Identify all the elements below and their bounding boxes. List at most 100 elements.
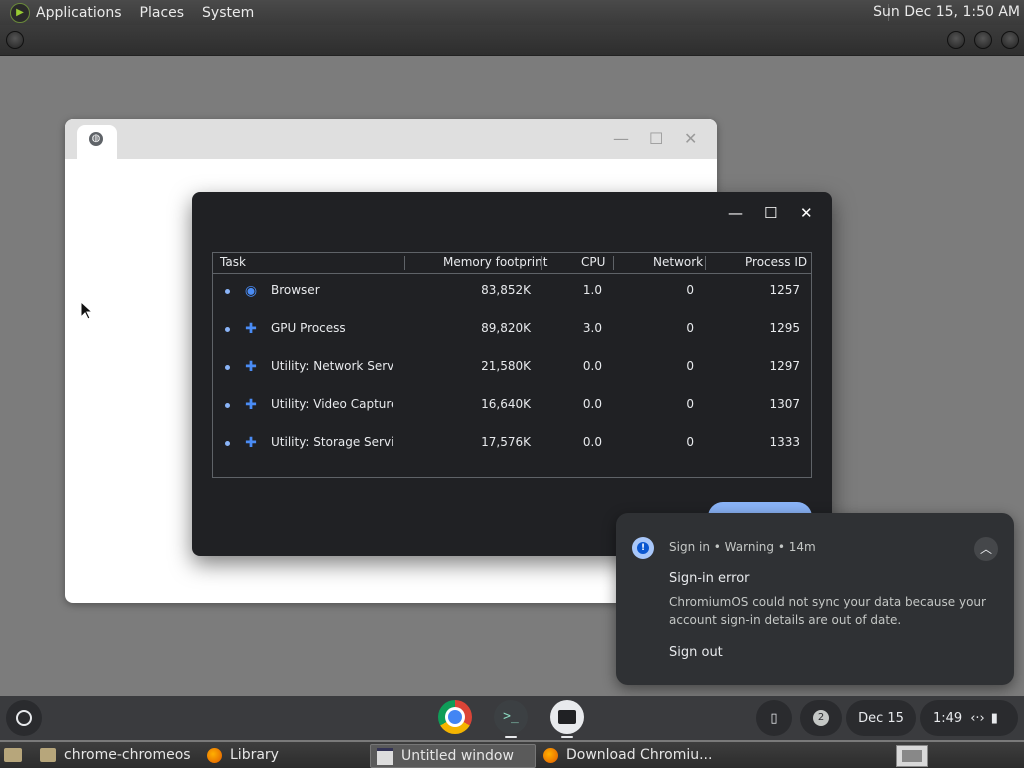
task-network: 0 xyxy=(686,359,694,373)
nested-window-titlebar xyxy=(0,25,1024,56)
task-name: Utility: Video Capture xyxy=(271,397,393,411)
task-cpu: 0.0 xyxy=(582,397,602,411)
folder-icon xyxy=(40,748,56,762)
menu-places[interactable]: Places xyxy=(140,5,185,21)
info-icon: ! xyxy=(632,537,654,559)
chevron-up-icon[interactable]: ︿ xyxy=(974,537,998,561)
distro-logo-icon[interactable]: ▶ xyxy=(10,2,30,23)
running-indicator xyxy=(505,736,517,738)
window-icon xyxy=(377,747,393,765)
meta-separator: • xyxy=(777,540,789,554)
tm-minimize-icon[interactable]: — xyxy=(728,204,743,222)
status-tray[interactable]: 1:49 ‹·› ▮ xyxy=(920,700,1018,736)
firefox-icon xyxy=(543,747,558,763)
browser-tab[interactable]: ◍ xyxy=(77,125,117,159)
table-row[interactable]: ✚ GPU Process 89,820K 3.0 0 1295 xyxy=(213,311,811,349)
launcher-circle-icon xyxy=(16,710,32,726)
table-row[interactable]: ✚ Utility: Storage Service 17,576K 0.0 0… xyxy=(213,425,811,463)
col-task[interactable]: Task xyxy=(220,255,246,269)
table-row[interactable]: ✚ Utility: Video Capture 16,640K 0.0 0 1… xyxy=(213,387,811,425)
maximize-icon[interactable] xyxy=(974,31,992,49)
task-cpu: 3.0 xyxy=(582,321,602,335)
puzzle-icon: ✚ xyxy=(245,435,257,451)
meta-separator: • xyxy=(713,540,725,554)
task-table: Task Memory footprint CPU Network Proces… xyxy=(212,252,812,478)
window-menu-icon[interactable] xyxy=(6,31,24,49)
task-pid: 1257 xyxy=(769,283,800,297)
menu-system[interactable]: System xyxy=(202,5,254,21)
task-name: GPU Process xyxy=(271,321,346,335)
taskbar-label: Library xyxy=(230,747,279,763)
task-pid: 1333 xyxy=(769,435,800,449)
workspace-switcher[interactable] xyxy=(896,745,928,767)
task-manager-shelf-icon[interactable] xyxy=(550,700,584,734)
taskbar-label: Untitled window xyxy=(401,748,514,764)
notification-age: 14m xyxy=(788,540,816,554)
panel-clock[interactable]: Sun Dec 15, 1:50 AM xyxy=(873,4,1020,20)
column-divider xyxy=(541,256,542,270)
column-divider xyxy=(613,256,614,270)
taskbar-item-chrome-chromeos[interactable]: chrome-chromeos xyxy=(40,744,191,766)
task-name: Utility: Network Service xyxy=(271,359,393,373)
notification-severity: Warning xyxy=(724,540,775,554)
browser-minimize-icon[interactable]: — xyxy=(613,129,629,148)
task-network: 0 xyxy=(686,321,694,335)
bottom-taskbar: chrome-chromeos Library Untitled window … xyxy=(0,742,1024,768)
chrome-icon: ◉ xyxy=(244,283,258,299)
task-network: 0 xyxy=(686,283,694,297)
bullet-icon xyxy=(225,365,230,370)
column-divider xyxy=(705,256,706,270)
taskbar-item-untitled-window[interactable]: Untitled window xyxy=(370,744,536,768)
puzzle-icon: ✚ xyxy=(245,321,257,337)
task-memory: 16,640K xyxy=(481,397,531,411)
task-pid: 1295 xyxy=(769,321,800,335)
task-manager-window: — ☐ ✕ Task Memory footprint CPU Network … xyxy=(192,192,832,556)
task-memory: 17,576K xyxy=(481,435,531,449)
table-row[interactable]: ◉ Browser 83,852K 1.0 0 1257 xyxy=(213,273,811,311)
terminal-shelf-icon[interactable]: >_ xyxy=(494,700,528,734)
taskbar-label: Download Chromiu... xyxy=(566,747,713,763)
browser-maximize-icon[interactable]: ☐ xyxy=(649,129,663,148)
phone-hub-icon[interactable]: ▯ xyxy=(756,700,792,736)
show-desktop-icon[interactable] xyxy=(4,744,30,766)
task-memory: 21,580K xyxy=(481,359,531,373)
sign-out-button[interactable]: Sign out xyxy=(669,645,723,660)
tm-maximize-icon[interactable]: ☐ xyxy=(764,204,777,222)
taskbar-item-library[interactable]: Library xyxy=(207,744,279,766)
shelf-time: 1:49 xyxy=(933,710,963,726)
task-memory: 89,820K xyxy=(481,321,531,335)
col-memory[interactable]: Memory footprint xyxy=(443,255,547,269)
minimize-icon[interactable] xyxy=(947,31,965,49)
bullet-icon xyxy=(225,327,230,332)
task-name: Utility: Storage Service xyxy=(271,435,393,449)
col-network[interactable]: Network xyxy=(653,255,703,269)
notification-body: ChromiumOS could not sync your data beca… xyxy=(669,595,986,627)
col-cpu[interactable]: CPU xyxy=(581,255,605,269)
taskbar-label: chrome-chromeos xyxy=(64,747,191,763)
menu-applications[interactable]: Applications xyxy=(36,5,122,21)
task-table-header: Task Memory footprint CPU Network Proces… xyxy=(213,253,811,274)
task-cpu: 1.0 xyxy=(582,283,602,297)
notification-popup: ! Sign in • Warning • 14m ︿ Sign-in erro… xyxy=(616,513,1014,685)
battery-icon: ▮ xyxy=(990,710,998,726)
column-divider xyxy=(404,256,405,270)
notification-meta: Sign in • Warning • 14m xyxy=(669,540,816,554)
running-indicator xyxy=(561,736,573,738)
chrome-shelf-icon[interactable] xyxy=(438,700,472,734)
notification-counter[interactable]: 2 xyxy=(800,700,842,736)
table-row[interactable]: ✚ Utility: Network Service 21,580K 0.0 0… xyxy=(213,349,811,387)
globe-icon: ◍ xyxy=(89,132,103,146)
task-cpu: 0.0 xyxy=(582,435,602,449)
task-cpu: 0.0 xyxy=(582,359,602,373)
browser-close-icon[interactable]: ✕ xyxy=(684,129,697,148)
col-pid[interactable]: Process ID xyxy=(745,255,807,269)
close-icon[interactable] xyxy=(1001,31,1019,49)
task-memory: 83,852K xyxy=(481,283,531,297)
notification-source: Sign in xyxy=(669,540,710,554)
date-tray[interactable]: Dec 15 xyxy=(846,700,916,736)
tm-close-icon[interactable]: ✕ xyxy=(800,204,813,222)
task-network: 0 xyxy=(686,397,694,411)
launcher-button[interactable] xyxy=(6,700,42,736)
taskbar-item-download-chromium[interactable]: Download Chromiu... xyxy=(543,744,712,766)
bullet-icon xyxy=(225,441,230,446)
